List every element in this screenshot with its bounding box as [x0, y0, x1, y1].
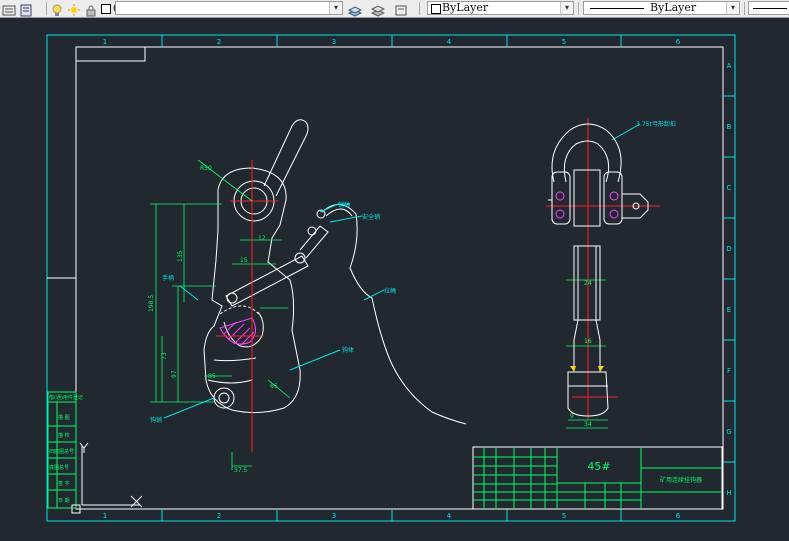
- zone-col-5-bottom: 5: [562, 512, 566, 520]
- zone-col-2-bottom: 2: [217, 512, 221, 520]
- chevron-down-icon[interactable]: ▾: [560, 2, 573, 14]
- stamp-row-2: 描 校: [58, 432, 70, 439]
- dim-34: 34: [584, 421, 592, 428]
- drawing-code-box: [75, 46, 146, 62]
- dim-73: 73: [161, 352, 168, 360]
- color-value: ByLayer: [442, 1, 489, 14]
- zone-col-3-bottom: 3: [332, 512, 336, 520]
- stamp-row-3: 旧底图总号: [49, 448, 74, 455]
- front-view-hatch: [555, 191, 619, 219]
- dim-r50: R50: [200, 165, 212, 172]
- center-lines: [216, 118, 660, 452]
- zone-row-d: D: [726, 245, 731, 253]
- zone-col-2: 2: [217, 38, 221, 46]
- zone-col-1-bottom: 1: [103, 512, 107, 520]
- toolbar-separator: [419, 2, 420, 15]
- hook-side-view: [203, 119, 329, 414]
- label-hook-body: 钩体: [342, 346, 354, 354]
- pull-cable: [321, 204, 467, 425]
- zone-labels: 1 2 3 4 5 6 1 2 3 4 5 6 A B C D E F G H: [103, 38, 732, 520]
- zone-col-5: 5: [562, 38, 566, 46]
- toolbar-separator: [578, 2, 579, 15]
- zone-col-3: 3: [332, 38, 336, 46]
- layer-states-icon[interactable]: [19, 2, 33, 17]
- dim-9: 9: [570, 413, 574, 420]
- stamp-row-6: 日 期: [58, 498, 70, 504]
- dim-24: 24: [584, 280, 592, 287]
- stamp-row-5: 签 字: [58, 480, 70, 487]
- make-current-layer-icon[interactable]: [347, 2, 363, 17]
- layer-manager-icon[interactable]: [2, 2, 16, 16]
- lineweight-dropdown[interactable]: [748, 1, 789, 15]
- title-material: 45#: [587, 460, 610, 473]
- zone-row-f: F: [727, 367, 731, 375]
- hook-section-hatch: [219, 317, 256, 347]
- stamp-row-0: 借(通)用件登记: [49, 394, 83, 401]
- stamp-row-4: 底图总号: [49, 464, 69, 471]
- zone-row-h: H: [726, 489, 731, 497]
- hook-front-view: [548, 123, 649, 417]
- dim-97: 97: [171, 370, 178, 378]
- label-hook-pin: 钩销: [150, 416, 162, 424]
- linetype-preview: [590, 8, 644, 9]
- layer-combo[interactable]: 0: [50, 0, 120, 17]
- lock-icon[interactable]: [84, 2, 98, 17]
- cable-loop: [325, 208, 353, 217]
- linetype-value: ByLayer: [650, 1, 697, 14]
- dim-65: 65: [270, 383, 278, 390]
- dim-85: 85: [208, 373, 216, 380]
- zone-row-a: A: [727, 62, 732, 70]
- lineweight-preview: [753, 8, 787, 9]
- label-pin: 销轴: [338, 201, 350, 209]
- zone-col-4: 4: [447, 38, 452, 46]
- dim-135: 135: [177, 250, 184, 262]
- zone-row-b: B: [727, 123, 732, 131]
- label-cable: 拉绳: [384, 287, 396, 295]
- linetype-dropdown[interactable]: ByLayer ▾: [583, 1, 740, 15]
- properties-toolbar: 0 ▾ ByLayer ▾ ByLayer ▾: [0, 0, 789, 18]
- zone-dividers: [161, 35, 735, 521]
- color-swatch: [431, 4, 441, 14]
- title-block: 45# 矿用连续挂钩器: [472, 446, 723, 510]
- lightbulb-icon[interactable]: [50, 2, 64, 16]
- layer-dropdown[interactable]: ▾: [115, 1, 343, 15]
- layer-tools: [2, 0, 36, 17]
- dimension-texts: R50 198.5 73 135 97 12 15 85 65 37.5 24 …: [148, 165, 592, 474]
- leader-lines: [163, 123, 641, 419]
- stamp-row-1: 描 图: [58, 414, 70, 421]
- chevron-down-icon[interactable]: ▾: [726, 2, 739, 14]
- zone-col-4-bottom: 4: [447, 512, 452, 520]
- label-safety-pin: 安全销: [362, 213, 380, 221]
- weld-marks: [570, 366, 604, 372]
- layer-isolate-icon[interactable]: [394, 2, 408, 16]
- label-shackle: 3.75t弓形卸扣: [636, 120, 676, 128]
- zone-row-c: C: [727, 184, 732, 192]
- layer-color-swatch: [101, 3, 111, 14]
- part-label-texts: 销轴 安全销 拉绳 钩体 手柄 钩销 3.75t弓形卸扣: [150, 120, 676, 424]
- left-stamp-table: 借(通)用件登记 描 图 描 校 旧底图总号 底图总号 签 字 日 期: [47, 391, 83, 509]
- dim-37: 37.5: [234, 467, 248, 474]
- dim-12: 12: [258, 235, 266, 242]
- color-dropdown[interactable]: ByLayer ▾: [427, 1, 574, 15]
- chevron-down-icon[interactable]: ▾: [329, 2, 342, 14]
- toolbar-separator: [46, 2, 47, 15]
- zone-row-g: G: [726, 428, 731, 436]
- layer-previous-icon[interactable]: [370, 2, 386, 17]
- label-handle: 手柄: [162, 274, 174, 282]
- zone-col-6-bottom: 6: [676, 512, 681, 520]
- zone-row-e: E: [727, 306, 731, 314]
- drawing-outer-frame: [46, 34, 736, 522]
- layer-extra-tools: [347, 0, 411, 17]
- ucs-icon: [71, 442, 143, 514]
- title-drawing-name: 矿用连续挂钩器: [660, 476, 702, 484]
- dim-1985: 198.5: [148, 295, 155, 312]
- toolbar-separator: [744, 2, 745, 15]
- drawing-canvas[interactable]: 1 2 3 4 5 6 1 2 3 4 5 6 A B C D E F G H …: [0, 18, 789, 541]
- dim-15: 15: [240, 257, 248, 264]
- zone-col-1: 1: [103, 38, 107, 46]
- sun-freeze-icon[interactable]: [67, 2, 81, 16]
- zone-col-6: 6: [676, 38, 681, 46]
- dim-16: 16: [584, 338, 592, 345]
